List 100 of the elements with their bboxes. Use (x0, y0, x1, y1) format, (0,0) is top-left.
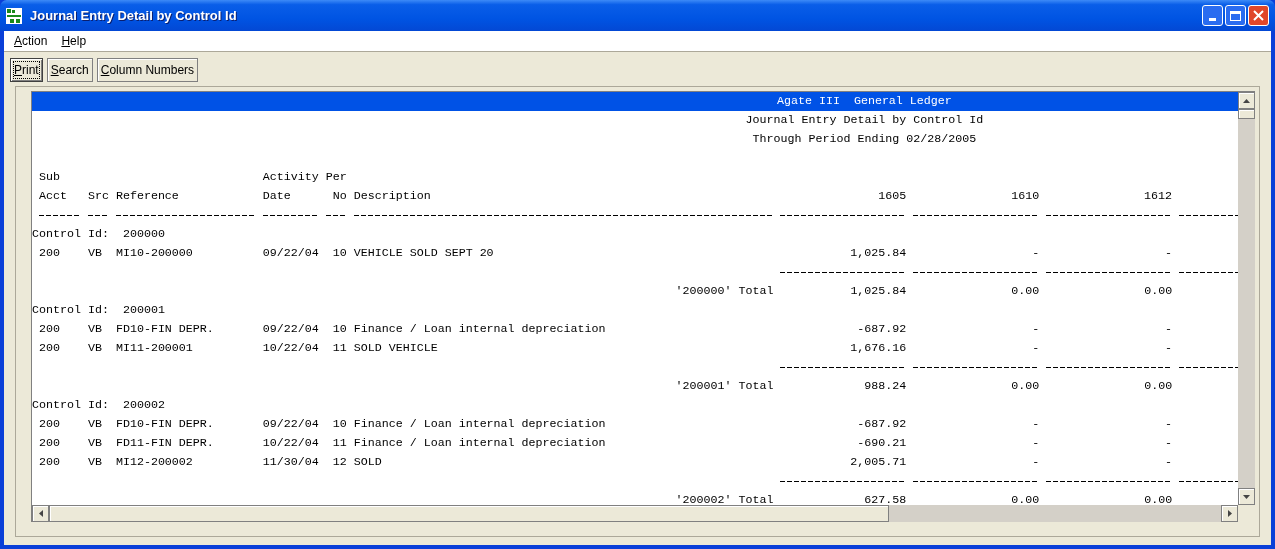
maximize-button[interactable] (1225, 5, 1246, 26)
table-cell-text: SOLD VEHICLE (353, 340, 439, 357)
table-cell-text: FD11-FIN DEPR. (115, 435, 215, 452)
scroll-up-button[interactable] (1238, 92, 1255, 109)
table-cell-text: 10 (331, 321, 347, 338)
table-cell-text: -687.92 (856, 416, 907, 433)
toolbar-button[interactable]: Search (46, 58, 93, 82)
vertical-scrollbar[interactable] (1238, 92, 1255, 505)
column-header: 1612 (1143, 188, 1173, 205)
table-cell-text: 1,025.84 (849, 245, 907, 262)
table-cell-text: VEHICLE SOLD SEPT 20 (353, 245, 495, 262)
control-id-label: Control Id: (32, 397, 109, 414)
table-cell-text: MI12-200002 (115, 454, 194, 471)
column-header: Acct (39, 188, 68, 205)
total-label: '200000' Total (674, 283, 774, 300)
right-arrow-icon (1227, 510, 1232, 517)
left-arrow-icon (38, 510, 43, 517)
total-cell-text: 0.00 (1010, 378, 1040, 395)
total-cell-text: 0.00 (1143, 378, 1173, 395)
control-id: 200001 (122, 302, 165, 319)
table-cell-text: 11 (331, 435, 347, 452)
table-cell-text: - (1031, 340, 1040, 357)
column-header: 1605 (877, 188, 907, 205)
table-cell-text: 200 (39, 416, 61, 433)
column-header: Activity (262, 169, 320, 186)
table-cell-text: SOLD (353, 454, 383, 471)
table-cell-text: 11 (331, 340, 347, 357)
table-cell-text: Finance / Loan internal depreciation (353, 435, 607, 452)
scroll-thumb[interactable] (49, 505, 889, 522)
table-cell-text: 09/22/04 (262, 245, 320, 262)
total-label: '200001' Total (674, 378, 774, 395)
table-cell-text: Finance / Loan internal depreciation (353, 321, 607, 338)
report-subtitle: Through Period Ending 02/28/2005 (752, 131, 977, 148)
total-cell-text: 0.00 (1143, 492, 1173, 505)
column-header: Src (87, 188, 110, 205)
table-cell-text: -690.21 (856, 435, 907, 452)
close-button[interactable] (1248, 5, 1269, 26)
app-grid-icon (6, 7, 22, 24)
close-icon (1253, 10, 1264, 21)
table-cell-text: 10/22/04 (262, 435, 320, 452)
table-cell-text: - (1164, 245, 1173, 262)
table-cell-text: FD10-FIN DEPR. (115, 321, 215, 338)
table-cell-text: -687.92 (856, 321, 907, 338)
horizontal-scrollbar[interactable] (32, 505, 1238, 522)
table-cell-text: 10/22/04 (262, 340, 320, 357)
column-header: No (331, 188, 347, 205)
table-cell-text: - (1031, 416, 1040, 433)
table-cell-text: - (1031, 245, 1040, 262)
column-header: Reference (115, 188, 180, 205)
table-cell-text: 200 (39, 340, 61, 357)
total-cell-text: 988.24 (863, 378, 907, 395)
scroll-right-button[interactable] (1221, 505, 1238, 522)
table-cell-text: 11/30/04 (262, 454, 320, 471)
control-id-label: Control Id: (32, 302, 109, 319)
menu-item[interactable]: Action (8, 32, 54, 50)
table-cell-text: 2,005.71 (849, 454, 907, 471)
table-cell-text: 200 (39, 454, 61, 471)
table-cell-text: MI11-200001 (115, 340, 194, 357)
total-cell-text: 1,025.84 (849, 283, 907, 300)
table-cell-text: 09/22/04 (262, 416, 320, 433)
table-cell-text: 1,676.16 (849, 340, 907, 357)
total-cell-text: 0.00 (1010, 283, 1040, 300)
window-title: Journal Entry Detail by Control Id (30, 6, 237, 25)
total-cell-text: 0.00 (1143, 283, 1173, 300)
toolbar-button[interactable]: Column Numbers (96, 58, 199, 82)
up-arrow-icon (1243, 98, 1250, 103)
column-header: Per (325, 169, 347, 186)
column-header: 1610 (1010, 188, 1040, 205)
table-cell-text: 200 (39, 245, 61, 262)
report-subtitle: Journal Entry Detail by Control Id (745, 112, 984, 129)
control-id: 200000 (122, 226, 165, 243)
table-cell-text: - (1164, 416, 1173, 433)
toolbar-button[interactable]: Print (10, 58, 43, 82)
table-cell-text: FD10-FIN DEPR. (115, 416, 215, 433)
table-cell-text: - (1031, 454, 1040, 471)
table-cell-text: VB (87, 416, 103, 433)
scroll-down-button[interactable] (1238, 488, 1255, 505)
table-cell-text: VB (87, 454, 103, 471)
minimize-button[interactable] (1202, 5, 1223, 26)
scroll-left-button[interactable] (32, 505, 49, 522)
table-cell-text: - (1031, 435, 1040, 452)
down-arrow-icon (1243, 494, 1250, 499)
table-cell-text: MI10-200000 (115, 245, 194, 262)
table-cell-text: VB (87, 435, 103, 452)
table-cell-text: 200 (39, 321, 61, 338)
table-cell-text: VB (87, 321, 103, 338)
column-header: Date (262, 188, 292, 205)
scroll-thumb[interactable] (1238, 109, 1255, 119)
table-cell-text: 10 (331, 245, 347, 262)
table-cell-text: 200 (39, 435, 61, 452)
total-cell-text: 627.58 (863, 492, 907, 505)
menu-item[interactable]: Help (55, 32, 93, 50)
table-cell-text: VB (87, 340, 103, 357)
table-cell-text: VB (87, 245, 103, 262)
table-cell-text: 12 (331, 454, 347, 471)
control-id: 200002 (122, 397, 165, 414)
control-id-label: Control Id: (32, 226, 109, 243)
column-header: Sub (39, 169, 61, 186)
column-header: Description (353, 188, 432, 205)
table-cell-text: - (1164, 454, 1173, 471)
